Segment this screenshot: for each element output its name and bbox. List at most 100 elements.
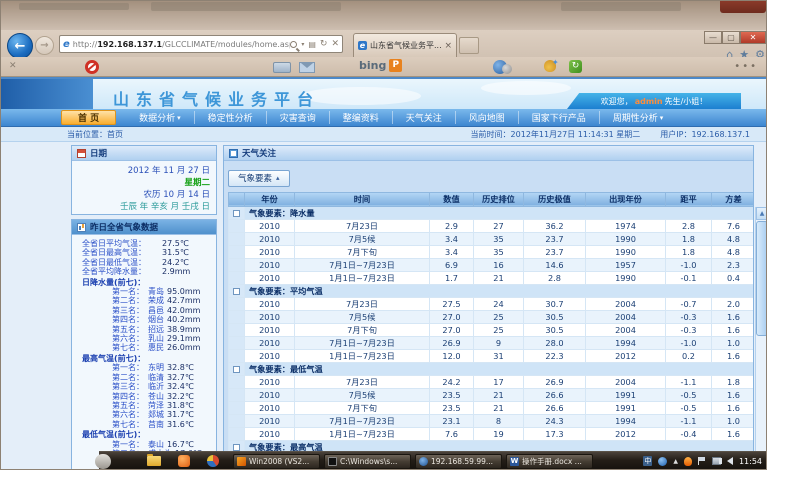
explorer-icon[interactable] (147, 456, 161, 466)
nav-item[interactable]: 整编资料 (330, 111, 393, 124)
nav-item[interactable]: 首 页 (61, 110, 116, 125)
bing-logo[interactable]: bingP (359, 59, 402, 72)
column-header[interactable]: 历史排位 (474, 192, 524, 206)
column-header[interactable]: 年份 (245, 192, 295, 206)
scrollbar-thumb[interactable] (756, 221, 767, 336)
background-window-titlebar (720, 1, 766, 13)
table-group-row[interactable]: 气象要素：降水量 (229, 206, 755, 219)
weather-stat-line: 全省平均降水量：2.9mm (82, 267, 214, 276)
pet-icon[interactable] (544, 60, 556, 72)
group-collapse-checkbox[interactable] (233, 288, 240, 295)
taskbar-button[interactable]: Win2008 (VS2... (233, 454, 320, 469)
element-filter-button[interactable]: 气象要素▴ (228, 170, 290, 187)
station-link[interactable]: 莒南 (148, 420, 164, 429)
group-collapse-checkbox[interactable] (233, 366, 240, 373)
tray-app-icon[interactable] (658, 457, 667, 466)
table-row[interactable]: 20101月1日~7月23日7.61917.32012-0.41.6 (229, 427, 755, 440)
table-row[interactable]: 20107月1日~7月23日23.1824.31994-1.11.0 (229, 414, 755, 427)
taskbar-button[interactable]: C:\Windows\s... (324, 454, 411, 469)
action-center-flag-icon[interactable] (698, 457, 706, 465)
table-row[interactable]: 20107月1日~7月23日6.91614.61957-1.02.3 (229, 258, 755, 271)
table-row[interactable]: 20107月下旬23.52126.61991-0.51.6 (229, 401, 755, 414)
taskbar-button[interactable]: W操作手册.docx ... (506, 454, 593, 469)
tab-close-icon[interactable]: × (444, 41, 452, 51)
search-icon[interactable] (290, 41, 297, 48)
nav-item[interactable]: 稳定性分析 (195, 111, 267, 124)
station-link[interactable]: 烟台 (148, 315, 164, 324)
nav-item[interactable]: 数据分析▾ (126, 111, 195, 124)
translate-addon-icon[interactable]: ↻ (569, 60, 582, 73)
table-row[interactable]: 20107月23日2.92736.219742.87.6 (229, 219, 755, 232)
addon-toolbar: ✕ bingP ↻ ••• (1, 57, 767, 77)
table-row[interactable]: 20107月23日24.21726.92004-1.11.8 (229, 375, 755, 388)
table-group-row[interactable]: 气象要素：平均气温 (229, 284, 755, 297)
station-link[interactable]: 东明 (148, 363, 164, 372)
new-tab-button[interactable] (459, 37, 479, 54)
station-link[interactable]: 菏泽 (148, 401, 164, 410)
nav-item[interactable]: 灾害查询 (267, 111, 330, 124)
camera-icon[interactable] (493, 60, 507, 74)
nav-item[interactable]: 风向地图 (456, 111, 519, 124)
browser-tab[interactable]: e 山东省气候业务平... × (353, 33, 457, 57)
station-link[interactable]: 昌邑 (148, 306, 164, 315)
nav-item[interactable]: 天气关注 (393, 111, 456, 124)
station-link[interactable]: 临清 (148, 373, 164, 382)
station-link[interactable]: 招远 (148, 325, 164, 334)
table-row[interactable]: 20107月5候23.52126.61991-0.51.6 (229, 388, 755, 401)
start-button[interactable] (95, 454, 111, 469)
mail-icon[interactable] (299, 62, 315, 73)
column-header[interactable]: 时间 (295, 192, 430, 206)
group-collapse-checkbox[interactable] (233, 444, 240, 451)
browser-app-icon[interactable] (207, 455, 219, 467)
column-header[interactable]: 方差 (712, 192, 755, 206)
card-reader-icon[interactable] (273, 62, 291, 73)
addon-logo-icon[interactable] (85, 60, 99, 74)
calendar-date: 2012 年 11 月 27 日 (72, 165, 210, 177)
compat-icon[interactable]: ▤ (308, 40, 316, 49)
column-header[interactable]: 数值 (430, 192, 474, 206)
group-collapse-checkbox[interactable] (233, 210, 240, 217)
station-link[interactable]: 郯城 (148, 410, 164, 419)
refresh-icon[interactable]: ↻ (320, 39, 328, 49)
scroll-up-arrow[interactable]: ▲ (756, 207, 767, 220)
back-button[interactable]: ← (7, 33, 33, 59)
language-indicator[interactable]: 中 (643, 456, 652, 466)
forward-button[interactable]: → (35, 36, 54, 55)
table-row[interactable]: 20107月23日27.52430.72004-0.72.0 (229, 297, 755, 310)
table-row[interactable]: 20107月5候27.02530.52004-0.31.6 (229, 310, 755, 323)
pinned-app-icon[interactable] (178, 455, 190, 467)
dropdown-icon[interactable]: ▾ (301, 41, 304, 48)
station-link[interactable]: 临沂 (148, 382, 164, 391)
station-link[interactable]: 荣成 (148, 296, 164, 305)
address-bar[interactable]: e http://192.168.137.1/GLCCLIMATE/module… (59, 35, 343, 53)
table-row[interactable]: 20107月下旬27.02530.52004-0.31.6 (229, 323, 755, 336)
station-link[interactable]: 泰山 (148, 440, 164, 449)
taskbar-clock[interactable]: 11:54 (739, 457, 762, 466)
station-link[interactable]: 惠民 (148, 343, 164, 352)
taskbar: Win2008 (VS2... C:\Windows\s... 192.168.59… (99, 451, 767, 470)
table-row[interactable]: 20101月1日~7月23日1.7212.81990-0.10.4 (229, 271, 755, 284)
table-group-row[interactable]: 气象要素：最低气温 (229, 362, 755, 375)
volume-icon[interactable] (727, 457, 733, 465)
table-row[interactable]: 20107月1日~7月23日26.9928.01994-1.01.0 (229, 336, 755, 349)
table-row[interactable]: 20107月下旬3.43523.719901.84.8 (229, 245, 755, 258)
checkbox-column-header (229, 192, 245, 206)
table-row[interactable]: 20107月5候3.43523.719901.84.8 (229, 232, 755, 245)
column-header[interactable]: 距平 (666, 192, 712, 206)
nav-item[interactable]: 国家下行产品 (519, 111, 600, 124)
close-button[interactable]: ✕ (740, 31, 766, 44)
column-header[interactable]: 出现年份 (586, 192, 666, 206)
hidden-icons-arrow[interactable]: ▲ (673, 458, 678, 465)
table-row[interactable]: 20101月1日~7月23日12.03122.320120.21.6 (229, 349, 755, 362)
page-scrollbar[interactable]: ▲ ▼ (755, 207, 767, 470)
station-link[interactable]: 苍山 (148, 392, 164, 401)
nav-item[interactable]: 周期性分析▾ (600, 111, 677, 124)
security-app-icon[interactable] (684, 457, 692, 466)
maximize-button[interactable]: ▢ (722, 31, 740, 44)
more-tools-dots[interactable]: ••• (734, 61, 758, 72)
column-header[interactable]: 历史极值 (524, 192, 586, 206)
stop-icon[interactable]: ✕ (331, 39, 339, 49)
toolbar-close-icon[interactable]: ✕ (9, 61, 17, 71)
minimize-button[interactable]: — (704, 31, 722, 44)
taskbar-button[interactable]: 192.168.59.99... (415, 454, 502, 469)
